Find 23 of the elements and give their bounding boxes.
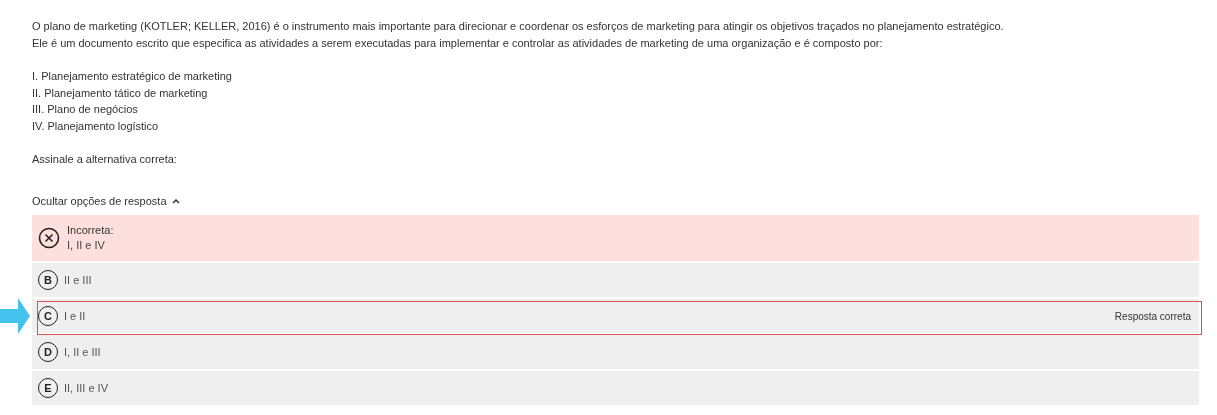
correct-answer-note: Resposta correta [1114, 309, 1192, 324]
answer-option[interactable]: D I, II e III [32, 335, 1199, 369]
option-text: II e III [64, 272, 92, 288]
close-icon [38, 227, 60, 249]
answer-option[interactable]: E II, III e IV [32, 371, 1199, 405]
list-item: III. Plano de negócios [32, 102, 139, 117]
chevron-icon [171, 197, 180, 204]
option-text: I, II e III [64, 344, 101, 360]
question-paragraph: Ele é um documento escrito que especifica as atividades a serem executadas para implementar e controlar as atividades de marketing de uma organização e é composto por: [32, 35, 884, 51]
option-text: II, III e IV [64, 380, 109, 396]
answer-option[interactable]: C I e II Resposta correta [32, 299, 1199, 333]
toggle-options-button[interactable]: Ocultar opções de resposta [32, 192, 180, 209]
answer-option[interactable]: B II e III [32, 263, 1199, 297]
arrow-icon [0, 298, 30, 334]
list-item: II. Planejamento tático de marketing [32, 85, 209, 101]
list-item: IV. Planejamento logístico [32, 118, 160, 134]
answer-option[interactable]: Incorreta: I, II e IV [32, 215, 1199, 261]
question-paragraph: O plano de marketing (KOTLER; KELLER, 2016) é o instrumento mais importante para direcionar e coordenar os esforços de marketing para atingir os objetivos traçados no planejamento estratégico. [32, 19, 1005, 34]
option-text: I e II [64, 308, 86, 324]
option-text: I, II e IV [67, 238, 106, 253]
instruction-text: Assinale a alternativa correta: [32, 152, 178, 167]
list-item: I. Planejamento estratégico de marketing [32, 69, 233, 84]
status-label: Incorreta: [67, 223, 114, 238]
